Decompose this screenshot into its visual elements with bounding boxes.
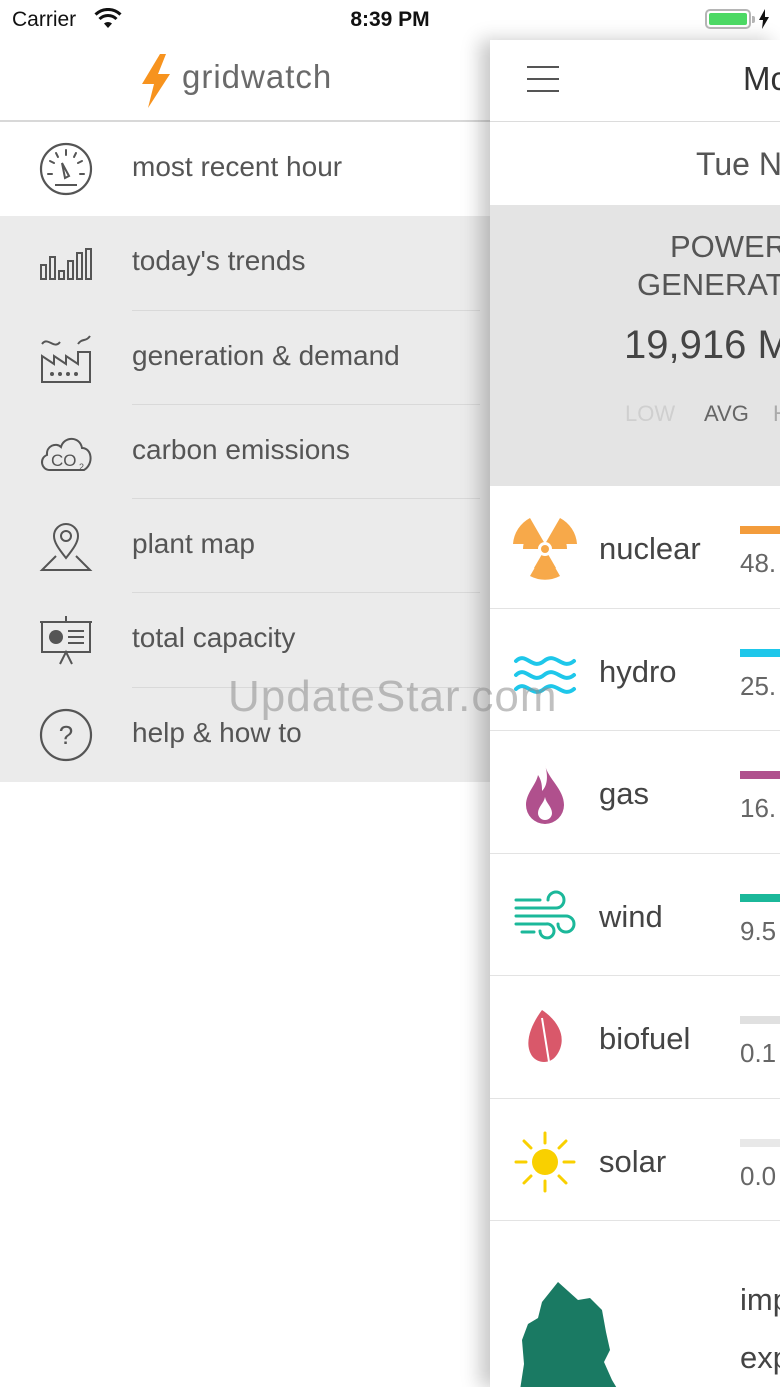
brand-name: gridwatch xyxy=(182,58,333,95)
presentation-icon xyxy=(40,616,92,665)
total-output: 19,916 M xyxy=(624,323,780,367)
clock: 8:39 PM xyxy=(350,8,430,31)
menu-item-most-recent-hour[interactable]: most recent hour xyxy=(0,122,490,217)
bar-chart-icon xyxy=(40,248,92,281)
menu-label: plant map xyxy=(132,528,255,560)
menu-label: carbon emissions xyxy=(132,433,350,465)
menu-label: generation & demand xyxy=(132,339,400,371)
menu-item-plant-map[interactable]: plant map xyxy=(0,499,490,594)
speedometer-icon xyxy=(39,142,93,196)
menu-label: today's trends xyxy=(132,245,306,277)
summary-title-line1: POWER xyxy=(670,229,780,264)
menu-item-todays-trends[interactable]: today's trends xyxy=(0,216,490,311)
watermark: UpdateStar.com xyxy=(228,672,558,721)
co2-cloud-icon: CO 2 xyxy=(41,437,92,472)
source-row-nuclear[interactable]: nuclear 48. xyxy=(490,486,780,609)
source-pct: 25. xyxy=(740,670,777,701)
battery-icon xyxy=(705,9,755,29)
source-row-wind[interactable]: wind 9.5 xyxy=(490,854,780,976)
source-pct: 16. xyxy=(740,793,777,823)
menu-label: total capacity xyxy=(132,622,296,654)
source-name: wind xyxy=(599,898,663,934)
menu-item-carbon-emissions[interactable]: CO 2 carbon emissions xyxy=(0,404,490,500)
svg-text:?: ? xyxy=(59,720,73,750)
source-name: biofuel xyxy=(599,1021,691,1056)
source-name: gas xyxy=(599,776,649,811)
province-map-icon xyxy=(520,1282,617,1387)
source-bar xyxy=(740,526,780,534)
source-pct: 9.5 xyxy=(740,915,777,946)
low-tab[interactable]: LOW xyxy=(625,401,675,427)
source-bar xyxy=(740,648,780,657)
menu-label: most recent hour xyxy=(132,151,343,182)
source-row-solar[interactable]: solar 0.0 xyxy=(490,1099,780,1221)
source-name: solar xyxy=(599,1143,667,1179)
map-pin-icon xyxy=(39,523,93,572)
exports-label: exp xyxy=(740,1340,780,1375)
date-label: Tue N xyxy=(696,146,780,182)
source-pct: 0.1 xyxy=(740,1038,777,1068)
brand-header: gridwatch xyxy=(0,40,490,122)
avg-tab[interactable]: AVG xyxy=(704,401,749,427)
status-bar: Carrier 8:39 PM xyxy=(0,0,780,40)
source-row-gas[interactable]: gas 16. xyxy=(490,731,780,854)
source-bar xyxy=(740,893,780,902)
question-icon: ? xyxy=(39,708,93,761)
hamburger-menu-button[interactable] xyxy=(527,66,559,92)
wind-icon xyxy=(514,890,576,939)
factory-icon xyxy=(41,334,91,383)
svg-text:CO: CO xyxy=(51,451,77,470)
power-summary: POWER GENERAT 19,916 M LOW AVG H xyxy=(490,205,780,486)
menu-item-generation-demand[interactable]: generation & demand xyxy=(0,310,490,405)
lightning-logo-icon xyxy=(142,54,170,108)
source-list: nuclear 48. hydro 25. gas 16. wind 9.5 b… xyxy=(490,486,780,1221)
source-bar xyxy=(740,1016,780,1024)
high-tab[interactable]: H xyxy=(773,401,780,427)
imports-label: imp xyxy=(740,1282,780,1317)
radiation-icon xyxy=(513,518,577,580)
source-pct: 0.0 xyxy=(740,1160,777,1191)
leaf-icon xyxy=(528,1010,562,1069)
source-name: nuclear xyxy=(599,531,701,566)
source-name: hydro xyxy=(599,653,677,689)
page-title: Mc xyxy=(743,60,780,97)
source-row-biofuel[interactable]: biofuel 0.1 xyxy=(490,976,780,1099)
flame-icon xyxy=(526,765,564,824)
sun-icon xyxy=(514,1131,576,1192)
source-bar xyxy=(740,1138,780,1147)
summary-title-line2: GENERAT xyxy=(637,267,780,302)
charging-icon xyxy=(759,9,769,29)
source-bar xyxy=(740,771,780,779)
svg-text:2: 2 xyxy=(79,462,84,472)
source-pct: 48. xyxy=(740,548,777,578)
